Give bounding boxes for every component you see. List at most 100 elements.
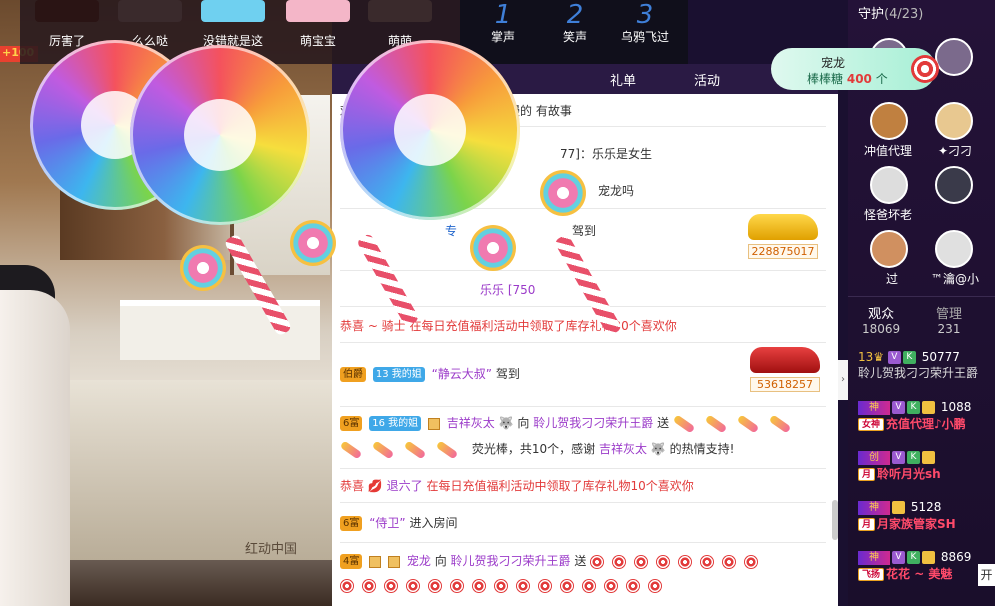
open-button[interactable]: 开 xyxy=(978,564,995,586)
sports-car-icon xyxy=(748,214,818,240)
member-icon xyxy=(369,555,382,568)
guard-name: ™瀹@小 xyxy=(930,272,979,286)
rank-badge: 4富 xyxy=(340,554,363,569)
tab-audience[interactable]: 观众 18069 xyxy=(862,303,900,336)
guard-avatar[interactable] xyxy=(935,102,973,140)
crow-button[interactable]: 3 乌鸦飞过 xyxy=(612,0,678,45)
sedan-car-icon xyxy=(750,347,820,373)
glowstick-icon xyxy=(403,440,427,458)
lollipop-icon xyxy=(612,554,627,569)
guard-avatar[interactable] xyxy=(870,166,908,204)
god-badge: 创 xyxy=(858,450,890,465)
tab-admin[interactable]: 管理 231 xyxy=(936,303,962,336)
chat-divider xyxy=(340,502,826,503)
rank-badge: 6富 xyxy=(340,416,363,431)
vip-icon: V xyxy=(892,451,905,464)
username[interactable]: 聆儿贺我刁刁荣升王爵 xyxy=(451,554,571,568)
gift-message-cont: 荧光棒，共10个，感谢 吉祥灰太 🐺 的热情支持! xyxy=(340,440,830,458)
audience-row[interactable]: 神VK 8869 飞扬 花花 ~ 美魅 xyxy=(858,550,995,590)
month-tag-icon: 月 xyxy=(858,467,876,481)
lollipop-icon xyxy=(722,554,737,569)
username[interactable]: 吉祥灰太 xyxy=(447,416,495,430)
username[interactable]: 吉祥灰太 xyxy=(599,442,647,456)
username[interactable]: 聆儿贺我刁刁荣升王爵 xyxy=(533,416,653,430)
glowstick-icon xyxy=(435,440,459,458)
lollipop-icon xyxy=(450,578,464,593)
guard-name: ✦刁刁 xyxy=(937,144,973,158)
glowstick-icon xyxy=(736,414,760,432)
car-user-id: 228875017 xyxy=(748,244,818,259)
lollipop-icon xyxy=(656,554,671,569)
car-entry: 53618257 xyxy=(750,347,820,392)
lollipop-icon xyxy=(340,40,520,220)
chat-text: 的热情支持! xyxy=(669,442,735,456)
lollipop-icon xyxy=(516,578,530,593)
gift-animation-overlay xyxy=(0,0,623,360)
promo-unit: 个 xyxy=(875,72,888,86)
user-score: 50777 xyxy=(921,350,960,364)
glowstick-icon xyxy=(768,414,792,432)
guard-name: 怪爸坏老 xyxy=(863,208,912,222)
lollipop-stick xyxy=(553,233,623,337)
username[interactable]: “侍卫” xyxy=(369,516,405,530)
lollipop-icon xyxy=(560,578,574,593)
audience-row[interactable]: 神VK 1088 女神 充值代理♪小鹏 xyxy=(858,400,995,440)
member-icon xyxy=(922,401,935,414)
lollipop-icon xyxy=(494,578,508,593)
chat-text: 向 xyxy=(517,416,530,430)
wolf-icon: 🐺 xyxy=(650,442,666,456)
collapse-arrow-icon[interactable]: › xyxy=(838,360,848,400)
lollipop-icon xyxy=(428,578,442,593)
rank-badge: 6富 xyxy=(340,516,363,531)
guard-avatar[interactable] xyxy=(870,230,908,268)
car-user-id: 53618257 xyxy=(750,377,820,392)
guard-avatar[interactable] xyxy=(870,102,908,140)
vip-icon: V xyxy=(892,551,905,564)
watermark-text: 红动中国 xyxy=(245,542,298,557)
audience-row[interactable]: 创VK 月聆听月光sh xyxy=(858,450,995,490)
lollipop-icon xyxy=(604,578,618,593)
user-level: 13 xyxy=(858,350,874,364)
user-tag: 飞扬 xyxy=(858,567,885,581)
glowstick-icon xyxy=(704,414,728,432)
guard-avatar[interactable] xyxy=(935,38,973,76)
glowstick-icon xyxy=(672,414,696,432)
tab-count: 18069 xyxy=(862,322,901,336)
chat-text: 恭喜 xyxy=(340,479,365,493)
lollipop-icon xyxy=(911,55,939,83)
chat-text: 进入房间 xyxy=(409,516,458,530)
video-floor xyxy=(55,380,332,560)
guard-avatar[interactable] xyxy=(935,230,973,268)
audience-row[interactable]: 13♛ VK 50777 聆儿贺我刁刁荣升王爵 xyxy=(858,350,995,390)
k-icon: K xyxy=(907,451,920,464)
lollipop-icon xyxy=(130,45,310,225)
tab-activity[interactable]: 活动 xyxy=(694,70,720,89)
gift-message: 4富 宠龙 向 聆儿贺我刁刁荣升王爵 送 xyxy=(340,552,830,570)
username[interactable]: “静云大叔” xyxy=(432,367,492,381)
username[interactable]: 宠龙 xyxy=(407,554,431,568)
chat-text: 送 xyxy=(574,554,587,568)
user-score: 1088 xyxy=(940,400,972,414)
audience-row[interactable]: 神 5128 月月家族管家SH xyxy=(858,500,995,540)
vip-icon: V xyxy=(892,401,905,414)
lollipop-icon xyxy=(582,578,596,593)
gift-promo-banner[interactable]: 宠龙 棒棒糖 400 个 xyxy=(771,48,939,90)
vip-icon: V xyxy=(887,351,901,364)
chat-divider xyxy=(340,542,826,543)
guard-count: (4/23) xyxy=(884,7,924,22)
lollipop-icon xyxy=(648,578,662,593)
chat-text: 送 xyxy=(657,416,670,430)
wolf-icon: 🐺 xyxy=(498,416,514,430)
crown-icon: ♛ xyxy=(873,350,885,364)
promo-gift: 棒棒糖 xyxy=(807,72,844,86)
car-entry: 228875017 xyxy=(748,214,818,259)
user-name: 聆儿贺我刁刁荣升王爵 xyxy=(858,366,979,380)
guard-avatar[interactable] xyxy=(935,166,973,204)
chat-scrollbar[interactable] xyxy=(832,500,838,540)
user-score: 5128 xyxy=(910,500,942,514)
lollipop-icon xyxy=(700,554,715,569)
lollipop-icon xyxy=(626,578,640,593)
member-icon xyxy=(388,555,401,568)
username[interactable]: 退六了 xyxy=(387,479,423,493)
ribbon-bow-icon xyxy=(470,225,516,271)
